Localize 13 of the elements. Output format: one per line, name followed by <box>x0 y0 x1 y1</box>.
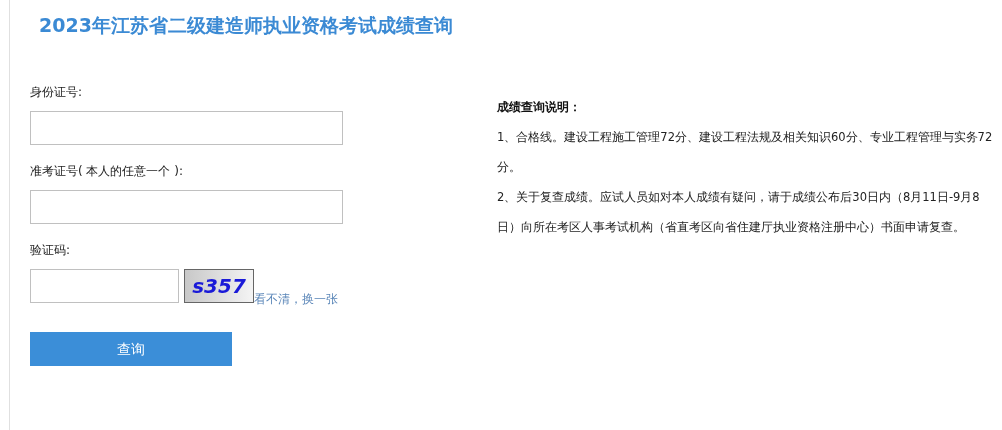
page-title: 2023年江苏省二级建造师执业资格考试成绩查询 <box>39 13 453 38</box>
notes-heading: 成绩查询说明： <box>497 99 581 116</box>
input-field[interactable] <box>30 111 343 145</box>
refresh-captcha-link[interactable]: 看不清，换一张 <box>254 292 338 306</box>
field-label: 身份证号: <box>30 84 83 100</box>
captcha-field[interactable] <box>30 269 179 303</box>
submit-button[interactable]: 查询 <box>30 332 232 366</box>
notes-paragraph: 2、关于复查成绩。应试人员如对本人成绩有疑问，请于成绩公布后30日内（8月11日-9月8日）向所在考区人事考试机构（省直考区向省住建厅执业资格注册中心）书面申请复查。 <box>497 189 981 236</box>
notes-paragraph: 1、合格线。建设工程施工管理72分、建设工程法规及相关知识60分、专业工程管理与实务72分。 <box>497 129 994 176</box>
field-label: 准考证号( 本人的任意一个 ): <box>30 163 184 179</box>
captcha-image: s357 <box>184 269 254 303</box>
field-label: 验证码: <box>30 242 71 258</box>
input-field[interactable] <box>30 190 343 224</box>
